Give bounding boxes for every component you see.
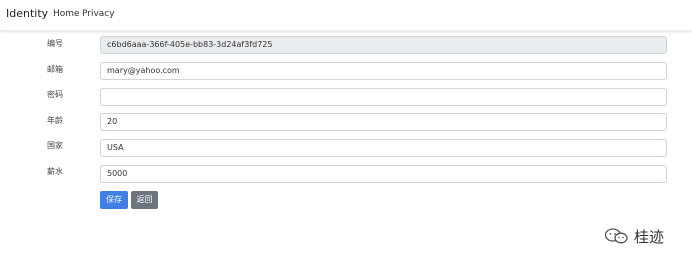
salary-field[interactable]: 5000 xyxy=(100,165,667,183)
email-label: 邮箱 xyxy=(47,65,63,74)
navbar: Identity Home Privacy xyxy=(0,0,692,31)
country-field[interactable]: USA xyxy=(100,139,667,157)
password-field[interactable] xyxy=(100,88,667,106)
email-field[interactable]: mary@yahoo.com xyxy=(100,62,667,80)
save-button[interactable]: 保存 xyxy=(100,191,128,209)
brand-link[interactable]: Identity xyxy=(6,7,48,20)
nav-privacy-link[interactable]: Privacy xyxy=(82,9,115,19)
wechat-icon xyxy=(604,228,628,244)
age-field[interactable]: 20 xyxy=(100,113,667,131)
age-label: 年龄 xyxy=(47,116,63,125)
back-button[interactable]: 返回 xyxy=(131,191,158,209)
country-label: 国家 xyxy=(47,141,63,150)
id-label: 编号 xyxy=(47,39,63,48)
nav-home-link[interactable]: Home xyxy=(53,9,80,19)
password-label: 密码 xyxy=(47,90,63,99)
id-field: c6bd6aaa-366f-405e-bb83-3d24af3fd725 xyxy=(100,36,667,54)
salary-label: 薪水 xyxy=(47,167,63,176)
watermark-text: 桂迹 xyxy=(634,228,665,246)
